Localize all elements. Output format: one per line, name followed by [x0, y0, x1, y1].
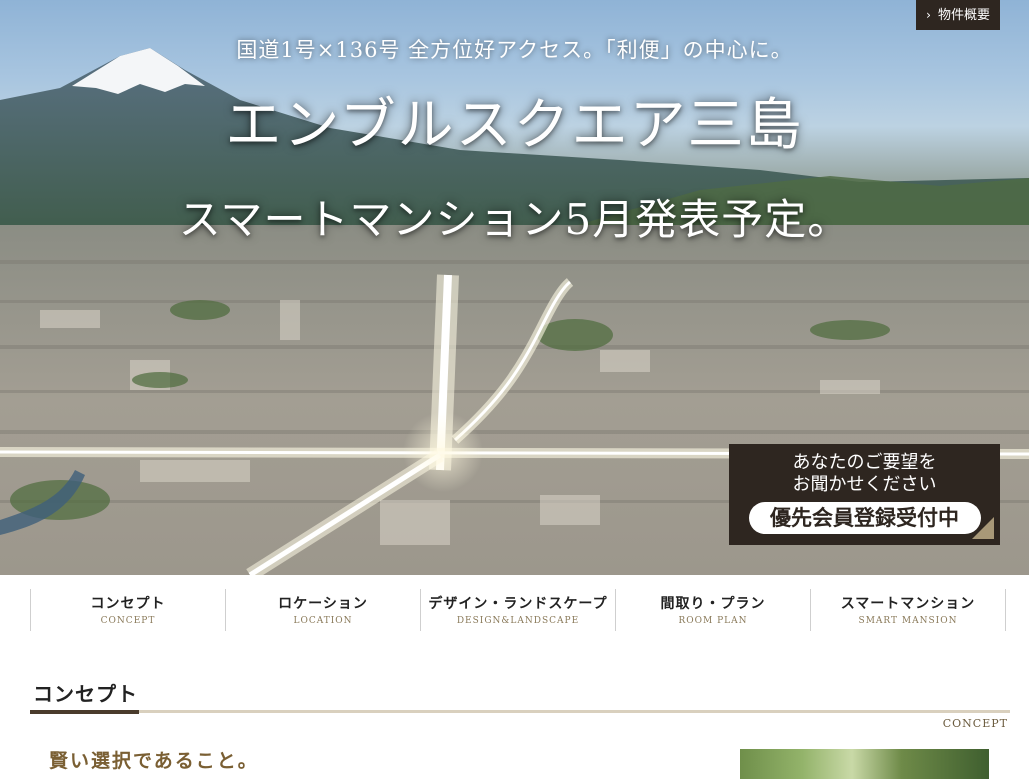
nav-label-en: DESIGN&LANDSCAPE: [456, 616, 580, 626]
corner-triangle-icon: [972, 517, 994, 539]
hero-banner: 国道1号×136号 全方位好アクセス。「利便」の中心に。 エンブルスクエア三島 …: [0, 0, 1029, 575]
property-overview-button[interactable]: › 物件概要: [916, 0, 1000, 30]
concept-photo: [740, 749, 989, 779]
property-name: エンブルスクエア三島: [225, 93, 804, 158]
main-navigation: コンセプト CONCEPT ロケーション LOCATION デザイン・ランドスケ…: [30, 589, 1029, 631]
register-line2: お聞かせください: [792, 474, 937, 495]
register-line1: あなたのご要望を: [792, 452, 937, 473]
nav-label-jp: デザイン・ランドスケープ: [428, 596, 608, 612]
concept-section-subtitle: CONCEPT: [942, 717, 1008, 730]
nav-label-en: CONCEPT: [100, 616, 156, 626]
hero-tagline: 国道1号×136号 全方位好アクセス。「利便」の中心に。: [236, 38, 793, 62]
nav-label-en: LOCATION: [293, 616, 353, 626]
nav-item-concept[interactable]: コンセプト CONCEPT: [30, 589, 225, 631]
release-announcement: スマートマンション5月発表予定。: [178, 195, 851, 244]
concept-section-title: コンセプト: [33, 682, 138, 706]
nav-label-en: SMART MANSION: [858, 616, 958, 626]
chevron-right-icon: ›: [926, 8, 931, 22]
nav-item-room-plan[interactable]: 間取り・プラン ROOM PLAN: [615, 589, 810, 631]
nav-label-jp: コンセプト: [90, 596, 166, 612]
member-registration-banner[interactable]: あなたのご要望を お聞かせください 優先会員登録受付中: [729, 444, 1000, 545]
nav-label-en: ROOM PLAN: [678, 616, 748, 626]
priority-registration-button[interactable]: 優先会員登録受付中: [748, 502, 981, 534]
nav-label-jp: 間取り・プラン: [660, 596, 766, 612]
section-divider: [30, 710, 1010, 713]
nav-label-jp: ロケーション: [278, 596, 368, 612]
nav-item-smart-mansion[interactable]: スマートマンション SMART MANSION: [810, 589, 1006, 631]
nav-item-design-landscape[interactable]: デザイン・ランドスケープ DESIGN&LANDSCAPE: [420, 589, 615, 631]
property-overview-label: 物件概要: [937, 8, 990, 23]
nav-label-jp: スマートマンション: [840, 596, 976, 612]
nav-item-location[interactable]: ロケーション LOCATION: [225, 589, 420, 631]
section-divider-accent: [30, 710, 139, 714]
